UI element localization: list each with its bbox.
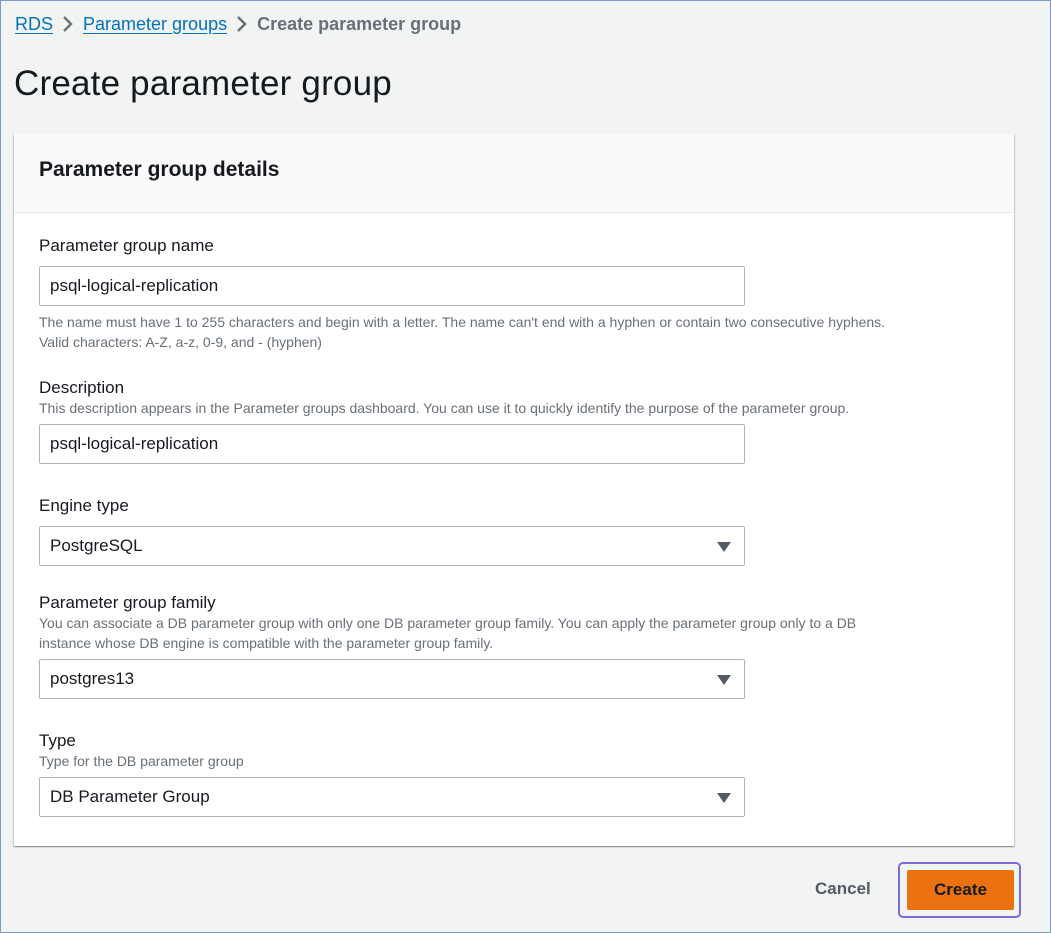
description-hint: This description appears in the Paramete… [39,400,850,416]
family-hint-line1: You can associate a DB parameter group w… [39,615,857,631]
family-hint-line2: instance whose DB engine is compatible w… [39,635,494,651]
caret-down-icon [717,793,731,803]
breadcrumb-current: Create parameter group [257,13,462,34]
family-label: Parameter group family [39,593,216,612]
parameter-group-details-panel: Parameter group details Parameter group … [14,134,1014,846]
form-actions: Cancel Create [0,862,1051,920]
type-value: DB Parameter Group [50,787,210,806]
chevron-right-icon [227,15,257,33]
panel-title: Parameter group details [39,158,280,181]
description-input[interactable]: psql-logical-replication [39,424,745,464]
engine-type-field: Engine type PostgreSQL [39,496,984,566]
caret-down-icon [717,542,731,552]
type-label: Type [39,731,76,750]
family-select[interactable]: postgres13 [39,659,745,699]
breadcrumb-parameter-groups-link[interactable]: Parameter groups [83,14,227,35]
name-label: Parameter group name [39,236,214,255]
name-constraint-line2: Valid characters: A-Z, a-z, 0-9, and - (… [39,334,322,350]
name-input[interactable]: psql-logical-replication [39,266,745,306]
cancel-button[interactable]: Cancel [815,879,871,899]
breadcrumb-rds-link[interactable]: RDS [15,14,53,35]
chevron-right-icon [53,15,83,33]
description-field: Description This description appears in … [39,378,984,464]
name-field: Parameter group name psql-logical-replic… [39,236,984,352]
create-button[interactable]: Create [907,870,1014,910]
type-select[interactable]: DB Parameter Group [39,777,745,817]
panel-header: Parameter group details [14,134,1014,213]
engine-type-value: PostgreSQL [50,536,143,555]
engine-type-label: Engine type [39,496,129,515]
breadcrumb: RDS Parameter groups Create parameter gr… [15,12,461,36]
caret-down-icon [717,675,731,685]
description-label: Description [39,378,125,397]
name-constraint-line1: The name must have 1 to 255 characters a… [39,314,886,330]
page-title: Create parameter group [14,64,392,103]
family-field: Parameter group family You can associate… [39,593,984,699]
type-hint: Type for the DB parameter group [39,753,244,769]
family-value: postgres13 [50,669,135,688]
type-field: Type Type for the DB parameter group DB … [39,731,984,817]
engine-type-select[interactable]: PostgreSQL [39,526,745,566]
